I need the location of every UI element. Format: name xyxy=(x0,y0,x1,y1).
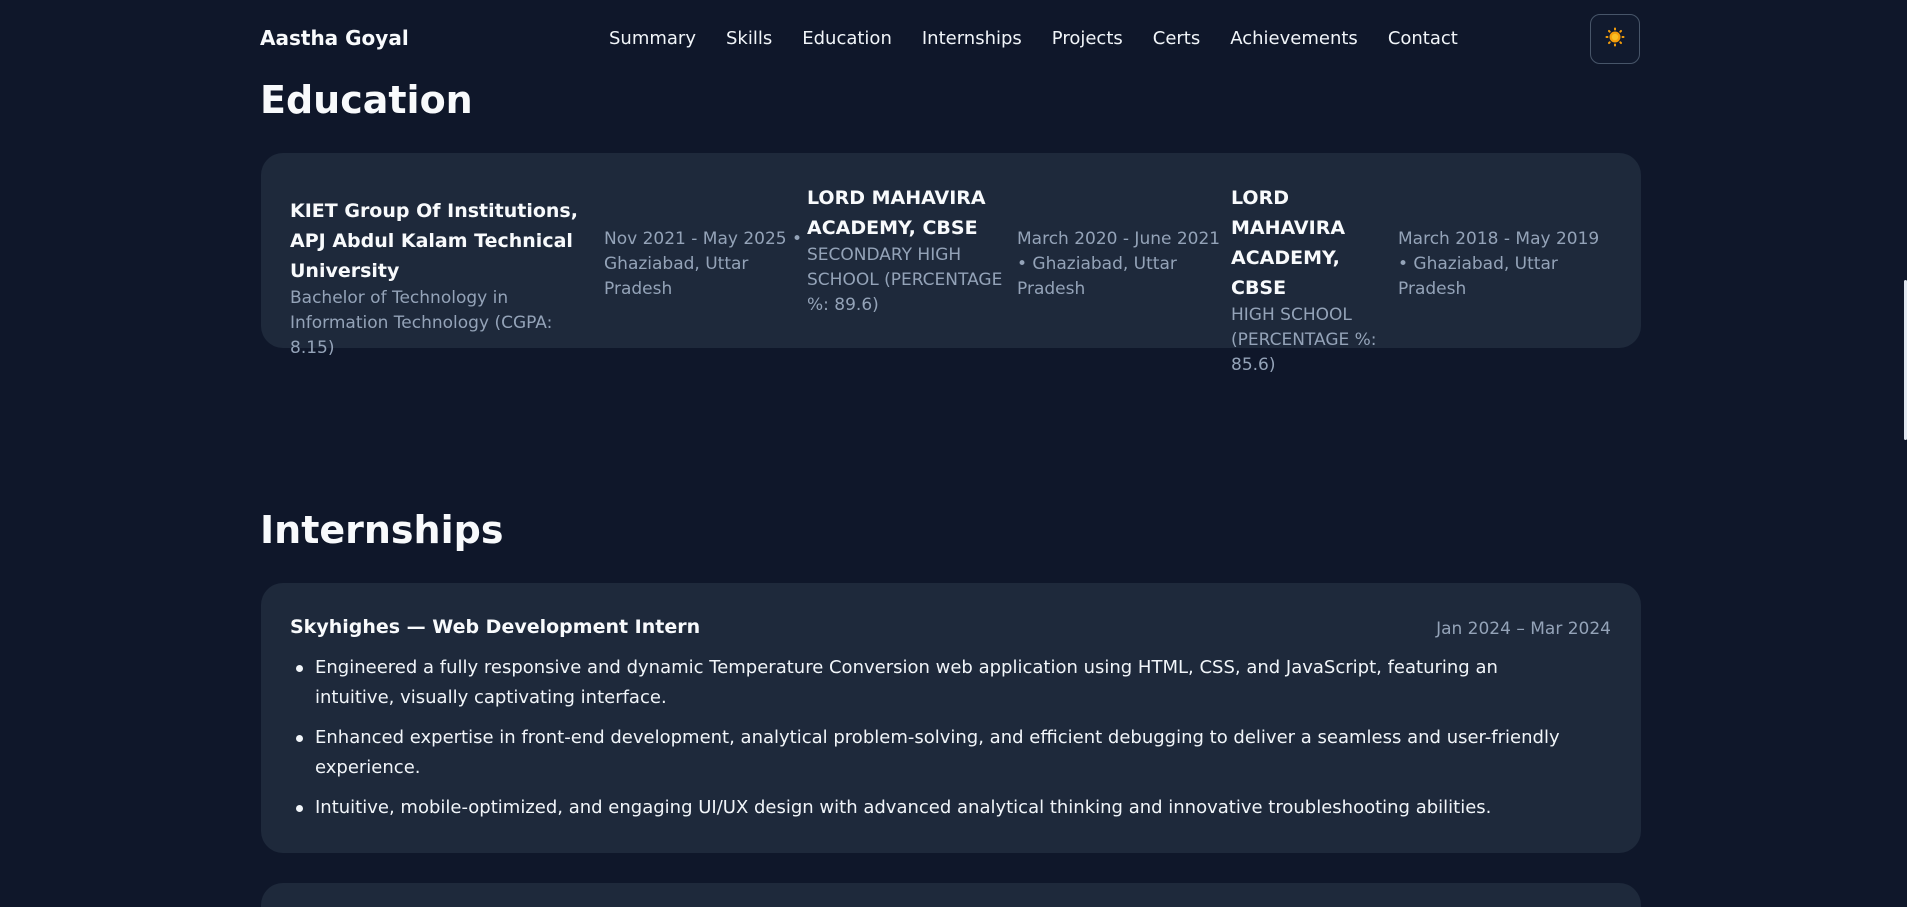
education-meta-highschool: March 2018 - May 2019 • Ghaziabad, Uttar… xyxy=(1398,229,1600,299)
internship-card: Skyhighes — Web Development Intern Jan 2… xyxy=(261,583,1641,853)
list-item: Engineered a fully responsive and dynami… xyxy=(290,653,1580,713)
nav-link-certs[interactable]: Certs xyxy=(1153,28,1200,49)
brand-name[interactable]: Aastha Goyal xyxy=(260,26,409,50)
institution-name: KIET Group Of Institutions, APJ Abdul Ka… xyxy=(290,200,578,282)
nav-link-skills[interactable]: Skills xyxy=(726,28,772,49)
sun-icon xyxy=(1605,27,1625,51)
education-meta-secondary: March 2020 - June 2021 • Ghaziabad, Utta… xyxy=(1017,229,1221,299)
education-meta-kiet: Nov 2021 - May 2025 • Ghaziabad, Uttar P… xyxy=(604,229,803,299)
internship-bullet-list: Engineered a fully responsive and dynami… xyxy=(290,653,1580,833)
top-navbar: Aastha Goyal Summary Skills Education In… xyxy=(0,0,1888,80)
nav-link-education[interactable]: Education xyxy=(802,28,892,49)
list-item: Intuitive, mobile-optimized, and engagin… xyxy=(290,793,1580,823)
education-entry-secondary: LORD MAHAVIRA ACADEMY, CBSE SECONDARY HI… xyxy=(807,183,1017,318)
nav-link-summary[interactable]: Summary xyxy=(609,28,696,49)
list-item: Enhanced expertise in front-end developm… xyxy=(290,723,1580,783)
education-heading: Education xyxy=(260,78,473,122)
degree-text: HIGH SCHOOL (PERCENTAGE %: 85.6) xyxy=(1231,305,1377,375)
portfolio-page: Aastha Goyal Summary Skills Education In… xyxy=(0,0,1907,907)
internships-heading: Internships xyxy=(260,508,504,552)
nav-link-achievements[interactable]: Achievements xyxy=(1230,28,1358,49)
theme-toggle-button[interactable] xyxy=(1590,14,1640,64)
next-internship-card xyxy=(261,883,1641,907)
degree-text: Bachelor of Technology in Information Te… xyxy=(290,288,553,358)
institution-name: LORD MAHAVIRA ACADEMY, CBSE xyxy=(807,187,986,239)
internship-dates: Jan 2024 – Mar 2024 xyxy=(1436,619,1611,639)
nav-link-internships[interactable]: Internships xyxy=(922,28,1022,49)
degree-text: SECONDARY HIGH SCHOOL (PERCENTAGE %: 89.… xyxy=(807,245,1003,315)
main-nav: Summary Skills Education Internships Pro… xyxy=(609,28,1458,49)
nav-link-contact[interactable]: Contact xyxy=(1388,28,1458,49)
education-entry-highschool: LORD MAHAVIRA ACADEMY, CBSE HIGH SCHOOL … xyxy=(1231,183,1396,378)
internship-title: Skyhighes — Web Development Intern xyxy=(290,616,701,638)
education-card: KIET Group Of Institutions, APJ Abdul Ka… xyxy=(261,153,1641,375)
institution-name: LORD MAHAVIRA ACADEMY, CBSE xyxy=(1231,187,1346,299)
nav-link-projects[interactable]: Projects xyxy=(1052,28,1123,49)
page-scrollbar[interactable] xyxy=(1888,0,1907,907)
education-entry-kiet: KIET Group Of Institutions, APJ Abdul Ka… xyxy=(290,196,590,361)
